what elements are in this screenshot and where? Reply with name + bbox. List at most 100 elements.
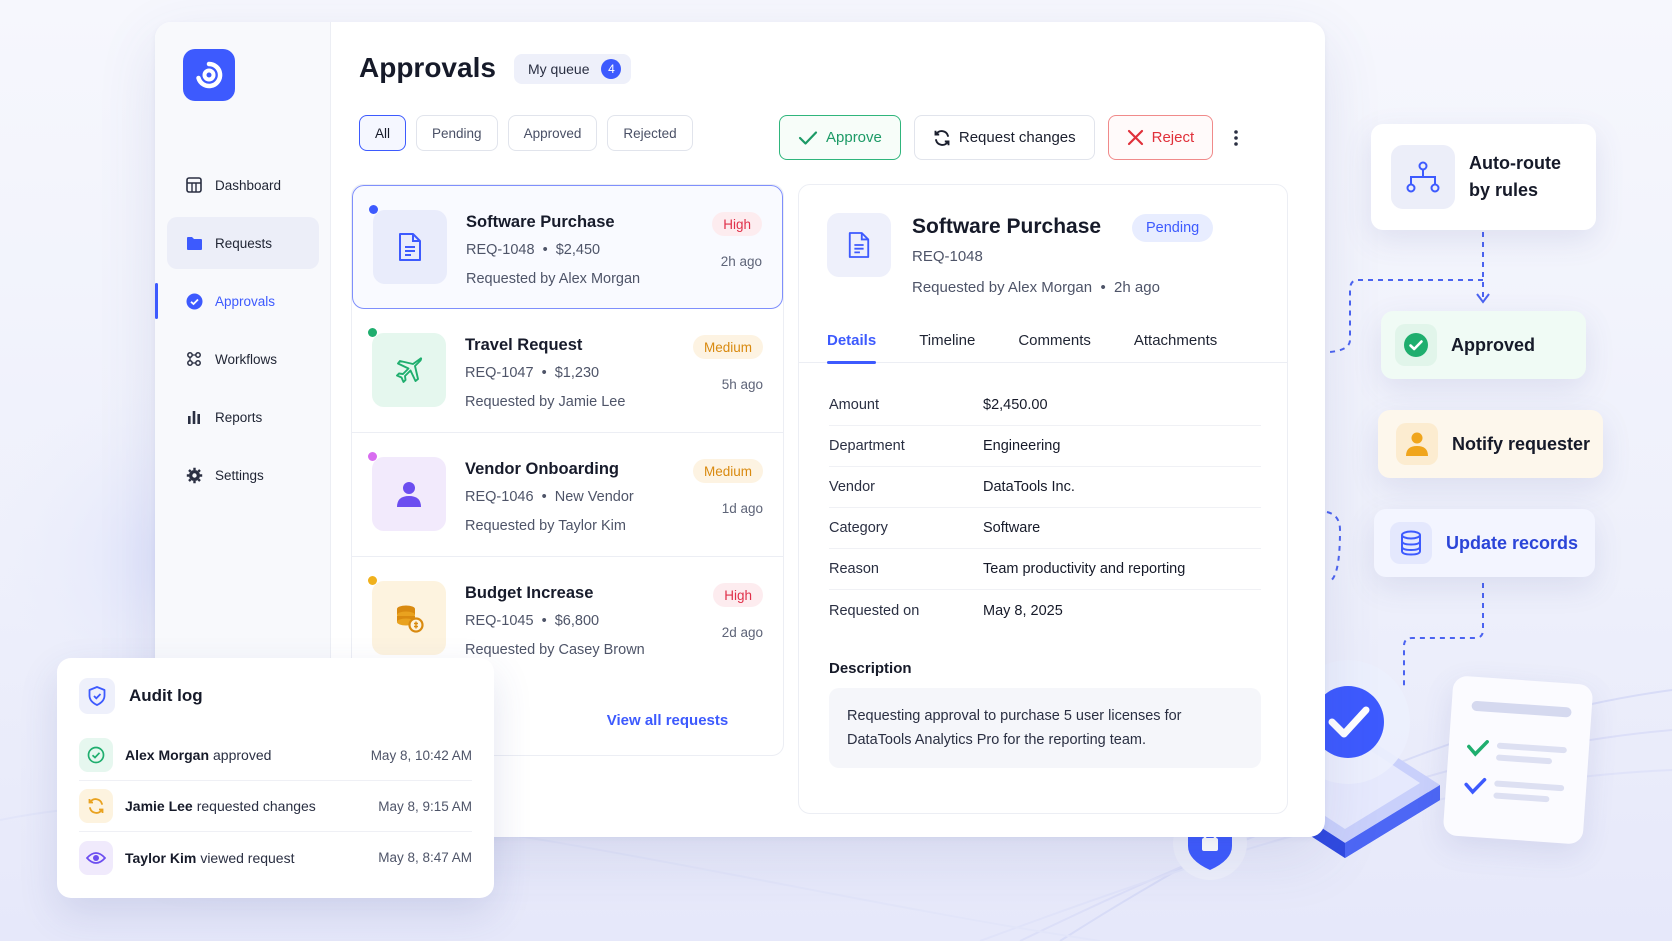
audit-action: viewed request <box>200 849 295 866</box>
request-detail: $6,800 <box>554 613 600 629</box>
request-age: 1d ago <box>721 501 763 516</box>
request-id: REQ-1045 <box>465 613 534 629</box>
check-circle-icon <box>79 738 113 772</box>
field-key: Department <box>829 438 905 454</box>
approve-label: Approve <box>826 129 882 146</box>
workflow-label: Notify requester <box>1452 433 1591 454</box>
field-reason: Reason Team productivity and reporting <box>829 549 1261 590</box>
detail-requested-by: Requested by Alex Morgan <box>912 279 1093 296</box>
sidebar-item-requests[interactable]: Requests <box>167 217 319 269</box>
check-circle-icon <box>1395 324 1437 366</box>
priority-badge: Medium <box>692 459 763 483</box>
field-value: May 8, 2025 <box>983 602 1063 619</box>
request-detail: New Vendor <box>554 489 634 505</box>
reject-label: Reject <box>1151 129 1195 146</box>
filter-rejected[interactable]: Rejected <box>607 115 693 151</box>
request-item-software-purchase[interactable]: Software Purchase REQ-1048 • $2,450 Requ… <box>352 185 783 309</box>
airplane-icon <box>372 333 446 407</box>
detail-requester: Requested by Alex Morgan • 2h ago <box>912 279 1160 296</box>
sidebar-item-dashboard[interactable]: Dashboard <box>167 159 319 211</box>
request-title: Budget Increase <box>465 584 594 602</box>
field-value: Engineering <box>983 438 1061 454</box>
sidebar-item-label: Reports <box>215 409 263 425</box>
request-requester: Requested by Alex Morgan <box>466 271 641 287</box>
audit-row: Alex Morgan approved May 8, 10:42 AM <box>79 730 472 781</box>
field-department: Department Engineering <box>829 426 1261 467</box>
field-key: Vendor <box>829 479 875 495</box>
request-meta: REQ-1047 • $1,230 <box>465 365 600 381</box>
workflow-step-auto-route: Auto-route by rules <box>1371 124 1596 230</box>
audit-time: May 8, 9:15 AM <box>378 798 472 814</box>
request-requester: Requested by Taylor Kim <box>465 518 626 534</box>
user-icon <box>1396 423 1438 465</box>
audit-action: requested changes <box>196 798 316 814</box>
audit-log-card: Audit log Alex Morgan approved May 8, 10… <box>57 658 494 898</box>
audit-time: May 8, 10:42 AM <box>370 747 472 763</box>
sidebar-nav: Dashboard Requests Approvals Workflows R… <box>155 159 331 507</box>
tab-comments[interactable]: Comments <box>1018 317 1091 363</box>
request-id: REQ-1046 <box>465 489 534 505</box>
detail-fields: Amount $2,450.00 Department Engineering Ve… <box>829 385 1261 631</box>
auto-route-line-2: by rules <box>1469 180 1539 200</box>
sidebar-item-label: Requests <box>215 235 273 251</box>
audit-actor: Alex Morgan <box>125 747 210 763</box>
tab-timeline[interactable]: Timeline <box>919 317 975 363</box>
app-logo[interactable] <box>183 49 235 101</box>
field-key: Amount <box>829 397 879 413</box>
filter-pending[interactable]: Pending <box>416 115 498 151</box>
more-options-button[interactable] <box>1226 115 1246 160</box>
request-detail: $1,230 <box>554 365 600 381</box>
sidebar-item-label: Dashboard <box>215 177 282 193</box>
detail-age: 2h ago <box>1114 279 1160 296</box>
my-queue-chip[interactable]: My queue 4 <box>514 54 632 84</box>
request-age: 2h ago <box>720 254 762 269</box>
action-toolbar: Approve Request changes Reject <box>779 115 1246 160</box>
audit-row: Jamie Lee requested changes May 8, 9:15 … <box>79 781 472 832</box>
field-key: Category <box>829 520 888 536</box>
detail-request-id: REQ-1048 <box>912 248 983 265</box>
sidebar-item-settings[interactable]: Settings <box>167 449 319 501</box>
sidebar-item-approvals[interactable]: Approvals <box>155 275 319 327</box>
field-key: Requested on <box>829 602 920 619</box>
field-vendor: Vendor DataTools Inc. <box>829 467 1261 508</box>
workflow-label: Update records <box>1446 532 1579 553</box>
workflow-label: Approved <box>1451 334 1536 355</box>
sidebar-item-label: Approvals <box>215 293 276 309</box>
close-icon <box>1127 129 1143 146</box>
filter-approved[interactable]: Approved <box>507 115 598 151</box>
page-title: Approvals <box>359 52 496 83</box>
workflow-icon <box>185 350 203 368</box>
request-title: Travel Request <box>465 336 583 354</box>
request-requester: Requested by Casey Brown <box>465 642 645 658</box>
audit-log-title: Audit log <box>129 686 203 705</box>
field-key: Reason <box>829 561 879 577</box>
user-icon <box>372 457 446 531</box>
checklist-illustration <box>1442 675 1594 845</box>
queue-label: My queue <box>528 61 590 77</box>
sidebar-item-workflows[interactable]: Workflows <box>167 333 319 385</box>
filter-all[interactable]: All <box>359 115 407 151</box>
eye-icon <box>79 840 113 875</box>
workflow-step-approved: Approved <box>1381 311 1586 379</box>
request-changes-button[interactable]: Request changes <box>913 115 1095 160</box>
sidebar-item-reports[interactable]: Reports <box>167 391 319 443</box>
request-meta: REQ-1048 • $2,450 <box>466 242 601 258</box>
tab-details[interactable]: Details <box>827 317 877 364</box>
request-changes-label: Request changes <box>958 129 1076 146</box>
document-icon <box>373 210 447 284</box>
audit-time: May 8, 8:47 AM <box>378 850 472 865</box>
request-item-travel-request[interactable]: Travel Request REQ-1047 • $1,230 Request… <box>352 309 783 433</box>
field-amount: Amount $2,450.00 <box>829 385 1261 426</box>
request-item-vendor-onboarding[interactable]: Vendor Onboarding REQ-1046 • New Vendor … <box>352 433 783 557</box>
field-value: Software <box>983 520 1041 536</box>
tab-attachments[interactable]: Attachments <box>1134 317 1217 363</box>
field-value: $2,450.00 <box>983 397 1048 413</box>
approve-button[interactable]: Approve <box>779 115 901 160</box>
request-meta: REQ-1046 • New Vendor <box>465 489 634 505</box>
request-id: REQ-1047 <box>465 365 534 381</box>
request-title: Software Purchase <box>466 213 615 231</box>
detail-tabs: Details Timeline Comments Attachments <box>799 317 1287 364</box>
detail-title: Software Purchase <box>912 215 1102 238</box>
field-category: Category Software <box>829 508 1261 549</box>
reject-button[interactable]: Reject <box>1107 115 1214 160</box>
